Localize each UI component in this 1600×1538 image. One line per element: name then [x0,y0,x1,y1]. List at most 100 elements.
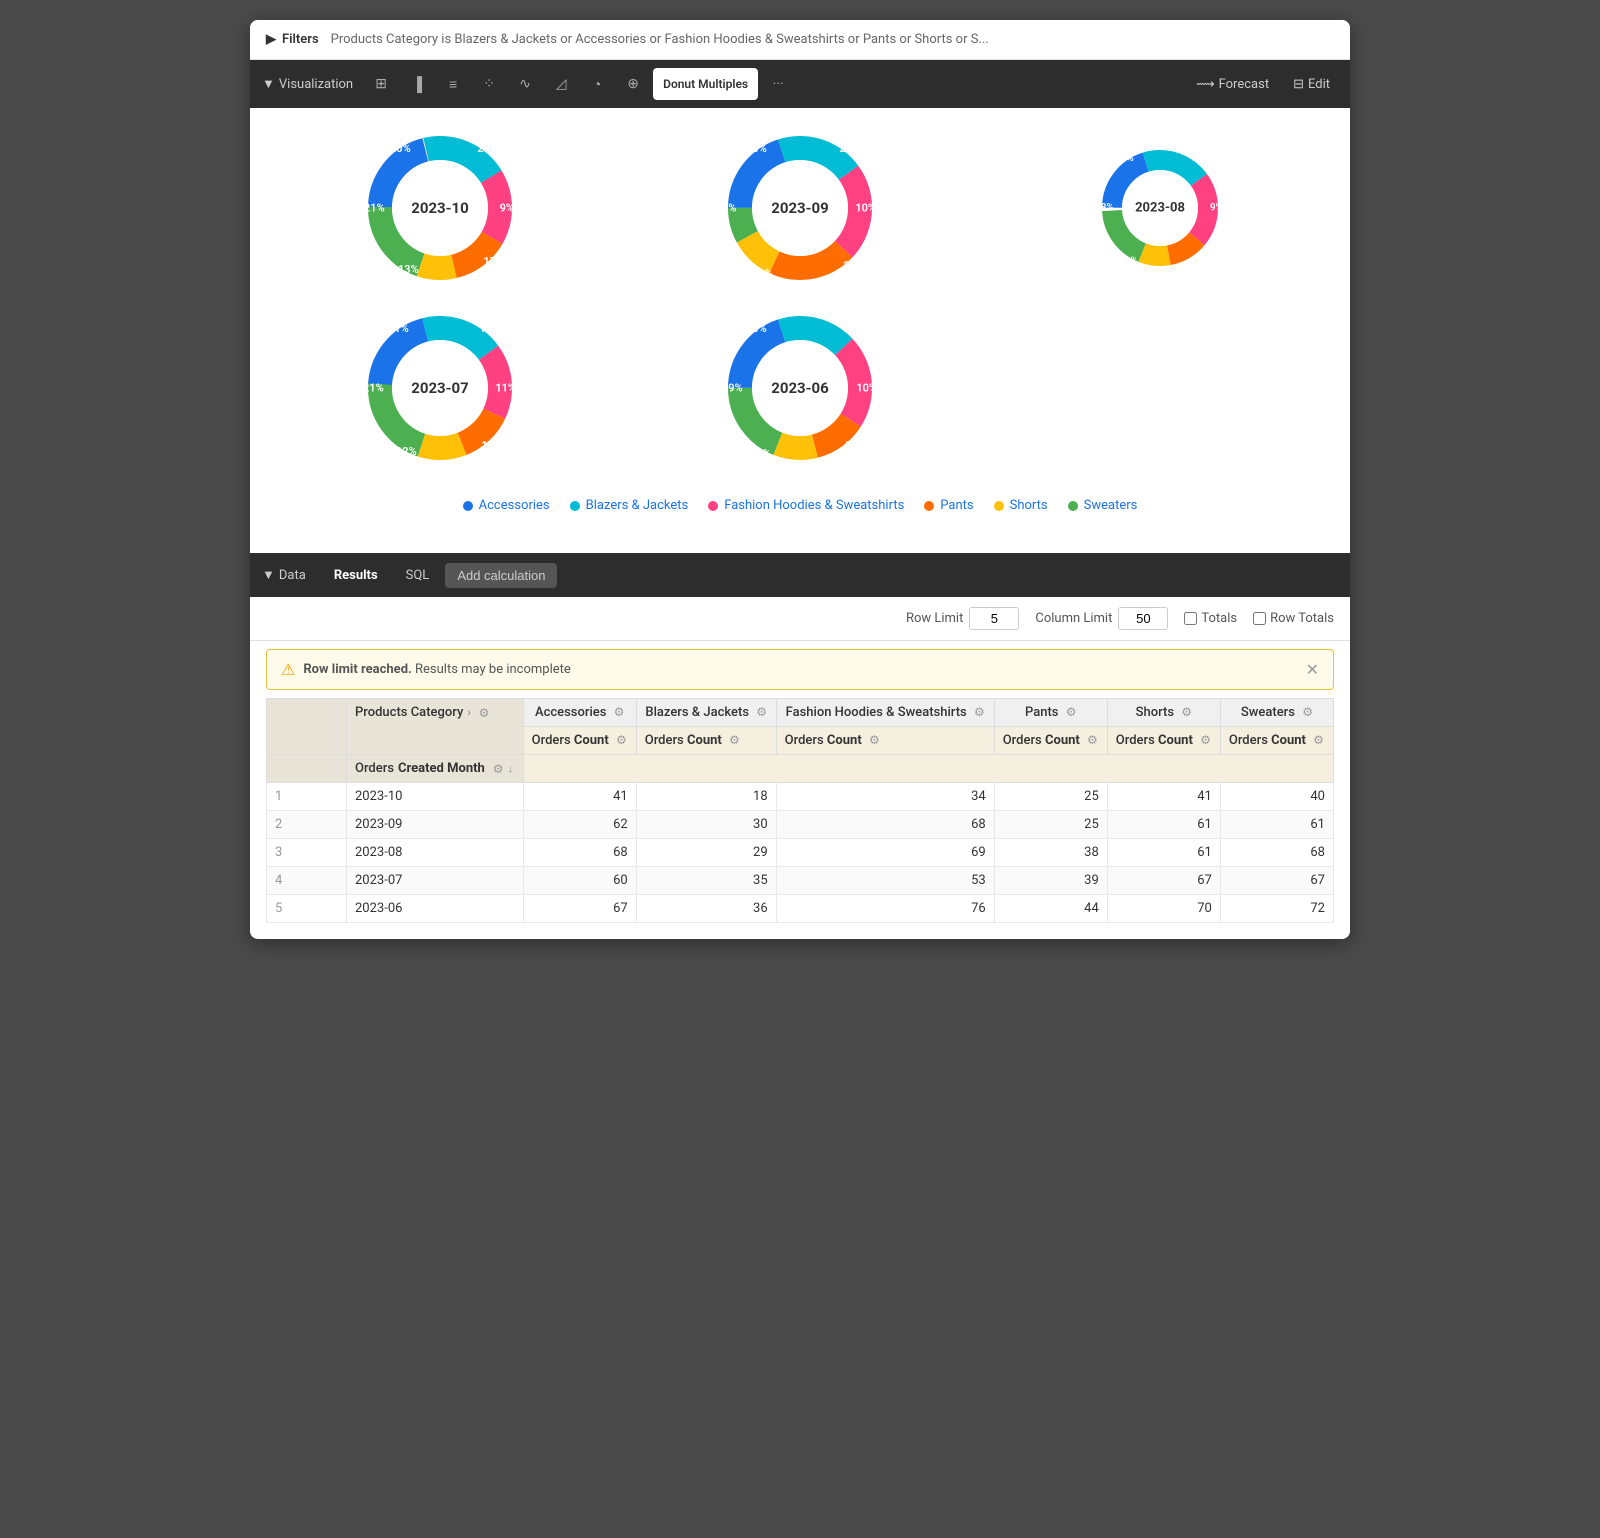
pants-settings-icon[interactable]: ⚙ [1066,705,1077,719]
pct-label: 19% [722,382,743,395]
col-limit-label: Column Limit [1035,611,1112,626]
row-limit-input[interactable] [969,607,1019,630]
sliders-icon: ⊟ [1293,77,1304,92]
row-limit-label: Row Limit [906,611,963,626]
line-icon[interactable]: ∿ [509,68,541,100]
legend-label-shorts[interactable]: Shorts [1010,498,1048,513]
totals-checkbox[interactable] [1184,612,1197,625]
area-icon[interactable]: ◿ [545,68,577,100]
pants-val-1: 25 [994,783,1107,811]
sweat-val-3: 68 [1220,839,1333,867]
month-settings-icon[interactable]: ⚙ [493,762,504,776]
acc-orders-settings-icon[interactable]: ⚙ [616,733,627,747]
legend-item-pants[interactable]: Pants [924,498,973,513]
viz-label: ▼ Visualization [262,76,353,92]
table-icon[interactable]: ⊞ [365,68,397,100]
table-dim-header-row: Orders Created Month ⚙ ↓ [267,755,1334,783]
main-container: ▶ Filters Products Category is Blazers &… [250,20,1350,939]
shorts-orders-settings-icon[interactable]: ⚙ [1200,733,1211,747]
chevron-down-icon: ▼ [262,76,275,92]
fh-val-1: 34 [776,783,994,811]
pivot-settings-icon[interactable]: ⚙ [479,706,490,720]
legend-item-blazers[interactable]: Blazers & Jackets [570,498,689,513]
legend-item-accessories[interactable]: Accessories [463,498,550,513]
pct-label: 20% [1115,153,1134,164]
legend-dot-shorts [994,501,1004,511]
row-num-2: 2 [267,811,347,839]
sweat-val-4: 67 [1220,867,1333,895]
warning-triangle-icon: ⚠ [281,660,295,679]
legend-label-fh[interactable]: Fashion Hoodies & Sweatshirts [724,498,904,513]
viz-area: 20% 21% 9% 17% 13% 21% 2023-10 [250,108,1350,553]
pct-label: 17% [483,255,504,268]
legend-item-fh[interactable]: Fashion Hoodies & Sweatshirts [708,498,904,513]
sweat-header: Sweaters ⚙ [1220,699,1333,727]
forecast-button[interactable]: ⟿ Forecast [1188,73,1277,96]
tab-results[interactable]: Results [322,562,390,589]
donut-label-2023-07: 2023-07 [411,379,469,397]
pct-label: 21% [363,382,384,395]
bar-chart-icon[interactable]: ▐ [401,68,433,100]
pct-label: 20% [390,142,411,155]
pct-label: 10% [856,382,877,395]
pants-orders-settings-icon[interactable]: ⚙ [1087,733,1098,747]
blaz-orders-settings-icon[interactable]: ⚙ [729,733,740,747]
shorts-settings-icon[interactable]: ⚙ [1181,705,1192,719]
blaz-header: Blazers & Jackets ⚙ [636,699,776,727]
sweat-settings-icon[interactable]: ⚙ [1302,705,1313,719]
row-totals-checkbox[interactable] [1253,612,1266,625]
blaz-orders-header: Orders Count ⚙ [636,727,776,755]
filters-toggle[interactable]: ▶ Filters [266,32,319,47]
add-calculation-button[interactable]: Add calculation [445,563,557,588]
data-toolbar: ▼ Data Results SQL Add calculation [250,553,1350,597]
sweat-orders-settings-icon[interactable]: ⚙ [1313,733,1324,747]
pct-label: 9% [500,202,514,215]
donut-cell-2023-10: 20% 21% 9% 17% 13% 21% 2023-10 [270,128,610,288]
map-icon[interactable]: ⊕ [617,68,649,100]
donut-2023-08: 20% 20% 9% 21% 11% 18% 2023-08 [1095,143,1225,273]
clock-icon[interactable]: ◔ [581,68,613,100]
sweat-orders-header: Orders Count ⚙ [1220,727,1333,755]
table-row: 2 2023-09 62 30 68 25 61 61 [267,811,1334,839]
chevron-right-icon: ▶ [266,32,276,47]
pivot-col-header: Products Category › ⚙ [347,699,524,755]
forecast-icon: ⟿ [1196,77,1215,92]
scatter-icon[interactable]: ⁘ [473,68,505,100]
fh-val-5: 76 [776,895,994,923]
col-limit-input[interactable] [1118,607,1168,630]
totals-checkbox-label[interactable]: Totals [1184,611,1237,626]
pct-label: 17% [481,439,502,452]
sorted-bar-icon[interactable]: ≡ [437,68,469,100]
blaz-settings-icon[interactable]: ⚙ [756,705,767,719]
blaz-val-1: 18 [636,783,776,811]
acc-settings-icon[interactable]: ⚙ [614,705,625,719]
legend-label-pants[interactable]: Pants [940,498,973,513]
shorts-val-2: 61 [1107,811,1220,839]
pivot-expand-icon[interactable]: › [467,706,470,719]
results-table: Products Category › ⚙ Accessories ⚙ Blaz… [266,698,1334,923]
fh-settings-icon[interactable]: ⚙ [974,705,985,719]
pct-label: 20% [746,142,767,155]
acc-val-2: 62 [523,811,636,839]
legend-label-accessories[interactable]: Accessories [479,498,550,513]
month-cell-3: 2023-08 [347,839,524,867]
edit-button[interactable]: ⊟ Edit [1285,73,1338,96]
tab-sql[interactable]: SQL [394,562,442,589]
legend-item-shorts[interactable]: Shorts [994,498,1048,513]
donut-2023-10: 20% 21% 9% 17% 13% 21% 2023-10 [360,128,520,288]
more-options-button[interactable]: ··· [762,68,794,100]
month-sort-icon[interactable]: ↓ [508,762,514,775]
close-warning-button[interactable]: ✕ [1306,660,1319,679]
fh-orders-settings-icon[interactable]: ⚙ [869,733,880,747]
row-totals-checkbox-label[interactable]: Row Totals [1253,611,1334,626]
shorts-val-5: 70 [1107,895,1220,923]
pants-val-3: 38 [994,839,1107,867]
legend-item-sweaters[interactable]: Sweaters [1068,498,1138,513]
donut-multiples-button[interactable]: Donut Multiples [653,68,758,100]
month-cell-2: 2023-09 [347,811,524,839]
legend-label-blazers[interactable]: Blazers & Jackets [586,498,689,513]
pants-header: Pants ⚙ [994,699,1107,727]
results-table-container: Products Category › ⚙ Accessories ⚙ Blaz… [250,698,1350,939]
legend-label-sweaters[interactable]: Sweaters [1084,498,1138,513]
sweat-val-5: 72 [1220,895,1333,923]
